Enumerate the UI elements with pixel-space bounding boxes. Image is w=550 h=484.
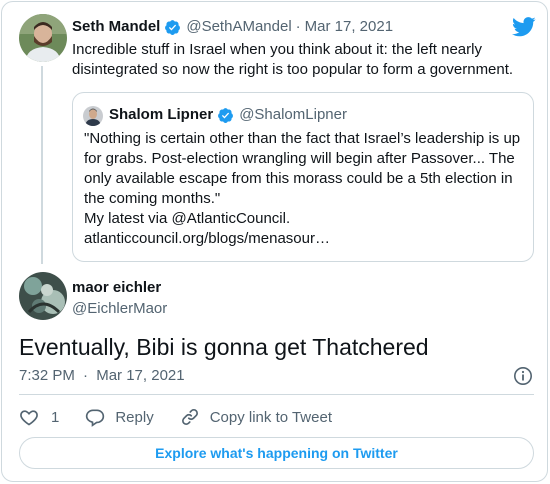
tweet-time: 7:32 PM xyxy=(19,367,75,384)
author-handle[interactable]: @EichlerMaor xyxy=(72,299,167,319)
embedded-tweet-card: Seth Mandel @SethAMandel · Mar 17, 2021 … xyxy=(1,1,548,482)
tweet-date: Mar 17, 2021 xyxy=(96,367,185,384)
quoted-tweet[interactable]: Shalom Lipner @ShalomLipner "Nothing is … xyxy=(72,92,534,262)
avatar[interactable] xyxy=(19,272,67,320)
copy-link-button[interactable]: Copy link to Tweet xyxy=(180,407,332,427)
avatar[interactable] xyxy=(19,14,67,62)
quoted-author-name: Shalom Lipner xyxy=(109,106,214,123)
quoted-tweet-link[interactable]: atlanticcouncil.org/blogs/menasour… xyxy=(84,229,524,249)
thread-line xyxy=(41,66,43,264)
link-icon xyxy=(181,409,198,425)
twitter-bird-icon[interactable] xyxy=(511,17,536,37)
author-name[interactable]: Seth Mandel xyxy=(72,17,160,37)
quoted-author-handle: @ShalomLipner xyxy=(239,106,347,123)
info-icon[interactable] xyxy=(513,366,533,386)
reply-label: Reply xyxy=(115,408,154,426)
quoted-tweet-header: Shalom Lipner @ShalomLipner xyxy=(109,105,347,125)
heart-icon xyxy=(20,410,38,426)
quoted-tweet-paragraph: My latest via @AtlanticCouncil. xyxy=(84,210,291,227)
verified-badge-icon xyxy=(217,107,234,124)
reply-bubble-icon xyxy=(86,409,105,427)
separator-dot: · xyxy=(83,367,89,384)
avatar xyxy=(83,106,103,126)
quoted-tweet-text: "Nothing is certain other than the fact … xyxy=(84,129,524,249)
explore-button[interactable]: Explore what's happening on Twitter xyxy=(19,437,534,469)
separator-dot: · xyxy=(295,18,301,35)
copy-link-label: Copy link to Tweet xyxy=(209,408,332,426)
like-count: 1 xyxy=(51,408,60,426)
quoted-tweet-paragraph: "Nothing is certain other than the fact … xyxy=(84,130,521,207)
verified-badge-icon xyxy=(164,19,181,36)
author-handle[interactable]: @SethAMandel xyxy=(186,17,291,37)
parent-tweet-header: Seth Mandel @SethAMandel · Mar 17, 2021 xyxy=(72,17,393,37)
main-tweet-text: Eventually, Bibi is gonna get Thatchered xyxy=(19,334,429,360)
reply-button[interactable]: Reply xyxy=(85,407,154,427)
tweet-actions: 1 Reply Copy link to Tweet xyxy=(19,405,358,429)
tweet-date[interactable]: Mar 17, 2021 xyxy=(305,17,393,37)
divider xyxy=(19,394,534,395)
like-button[interactable]: 1 xyxy=(19,407,59,427)
author-name[interactable]: maor eichler xyxy=(72,278,161,298)
tweet-timestamp[interactable]: 7:32 PM · Mar 17, 2021 xyxy=(19,366,185,386)
parent-tweet-text: Incredible stuff in Israel when you thin… xyxy=(72,41,514,78)
